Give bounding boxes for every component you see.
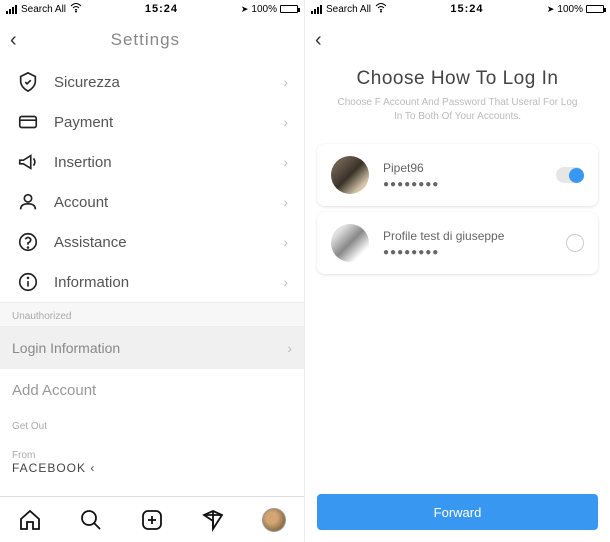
- add-account-row[interactable]: Add Account: [0, 369, 304, 411]
- tab-profile[interactable]: [261, 507, 287, 533]
- wifi-icon: [375, 3, 387, 16]
- row-label: Sicurezza: [54, 74, 283, 91]
- battery-percent: 100%: [251, 4, 277, 15]
- account-name: Profile test di giuseppe: [383, 229, 566, 243]
- row-label: Information: [54, 274, 283, 291]
- settings-row-information[interactable]: Information ›: [0, 262, 304, 302]
- chevron-right-icon: ›: [283, 274, 288, 290]
- login-choice-screen: Search All 15:24 ➤ 100% ‹ Choose How To …: [305, 0, 610, 542]
- tab-add[interactable]: [139, 507, 165, 533]
- chevron-right-icon: ›: [287, 340, 292, 356]
- settings-row-insertion[interactable]: Insertion ›: [0, 142, 304, 182]
- settings-row-assistance[interactable]: Assistance ›: [0, 222, 304, 262]
- back-button[interactable]: ‹: [315, 29, 322, 52]
- account-card[interactable]: Profile test di giuseppe ●●●●●●●●: [317, 212, 598, 274]
- chevron-right-icon: ›: [283, 234, 288, 250]
- section-unauthorized: Unauthorized: [0, 302, 304, 327]
- account-name: Pipet96: [383, 161, 556, 175]
- account-info: Pipet96 ●●●●●●●●: [383, 161, 556, 190]
- row-label: Login Information: [12, 340, 120, 356]
- tab-home[interactable]: [17, 507, 43, 533]
- row-label: Account: [54, 194, 283, 211]
- avatar: [331, 156, 369, 194]
- chevron-right-icon: ›: [283, 154, 288, 170]
- card-icon: [16, 110, 40, 134]
- avatar: [262, 508, 286, 532]
- from-block: From FACEBOOK ‹: [0, 442, 304, 483]
- page-title: Settings: [17, 30, 274, 50]
- chevron-right-icon: ›: [283, 194, 288, 210]
- user-icon: [16, 190, 40, 214]
- chevron-right-icon: ›: [283, 114, 288, 130]
- page-title: Choose How To Log In: [305, 68, 610, 90]
- header: ‹ Settings: [0, 18, 304, 62]
- tab-search[interactable]: [78, 507, 104, 533]
- from-label: From: [12, 450, 292, 461]
- location-icon: ➤: [241, 4, 249, 15]
- settings-screen: Search All 15:24 ➤ 100% ‹ Settings Sicur…: [0, 0, 305, 542]
- location-icon: ➤: [547, 4, 555, 15]
- tab-bar: [0, 496, 304, 542]
- status-bar: Search All 15:24 ➤ 100%: [305, 0, 610, 18]
- get-out-row[interactable]: Get Out: [0, 411, 304, 442]
- battery-percent: 100%: [557, 4, 583, 15]
- battery-icon: [280, 5, 298, 13]
- chevron-right-icon: ›: [283, 74, 288, 90]
- tab-activity[interactable]: [200, 507, 226, 533]
- header: ‹: [305, 18, 610, 62]
- settings-list: Sicurezza › Payment › Insertion › Accoun…: [0, 62, 304, 496]
- login-information-row[interactable]: Login Information ›: [0, 327, 304, 369]
- row-label: Payment: [54, 114, 283, 131]
- avatar: [331, 224, 369, 262]
- settings-row-security[interactable]: Sicurezza ›: [0, 62, 304, 102]
- page-subtitle: Choose F Account And Password That Usera…: [305, 90, 610, 138]
- row-label: Assistance: [54, 234, 283, 251]
- info-icon: [16, 270, 40, 294]
- row-label: Insertion: [54, 154, 283, 171]
- radio-button[interactable]: [566, 234, 584, 252]
- forward-button[interactable]: Forward: [317, 494, 598, 530]
- button-label: Forward: [434, 505, 482, 520]
- status-bar: Search All 15:24 ➤ 100%: [0, 0, 304, 18]
- carrier-label: Search All: [326, 4, 371, 15]
- from-value: FACEBOOK ‹: [12, 461, 292, 475]
- signal-icon: [311, 5, 322, 14]
- password-dots: ●●●●●●●●: [383, 179, 556, 190]
- account-info: Profile test di giuseppe ●●●●●●●●: [383, 229, 566, 258]
- wifi-icon: [70, 3, 82, 16]
- row-label: Add Account: [12, 382, 96, 399]
- shield-icon: [16, 70, 40, 94]
- chevron-left-icon: ‹: [90, 461, 95, 475]
- toggle-switch[interactable]: [556, 167, 584, 183]
- settings-row-payment[interactable]: Payment ›: [0, 102, 304, 142]
- content: Choose How To Log In Choose F Account An…: [305, 62, 610, 494]
- status-time: 15:24: [387, 3, 547, 15]
- help-icon: [16, 230, 40, 254]
- password-dots: ●●●●●●●●: [383, 247, 566, 258]
- signal-icon: [6, 5, 17, 14]
- carrier-label: Search All: [21, 4, 66, 15]
- megaphone-icon: [16, 150, 40, 174]
- battery-icon: [586, 5, 604, 13]
- status-time: 15:24: [82, 3, 241, 15]
- settings-row-account[interactable]: Account ›: [0, 182, 304, 222]
- back-button[interactable]: ‹: [10, 29, 17, 52]
- account-card[interactable]: Pipet96 ●●●●●●●●: [317, 144, 598, 206]
- row-label: Get Out: [12, 421, 47, 432]
